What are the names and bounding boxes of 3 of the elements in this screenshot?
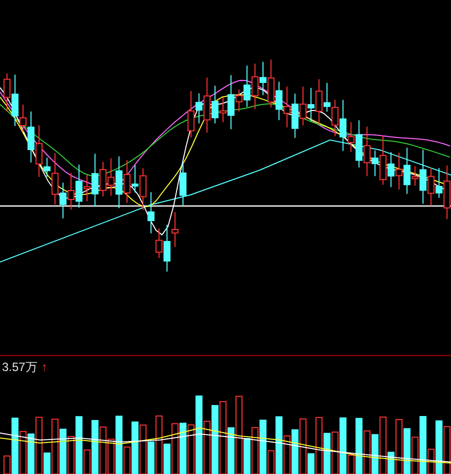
candlestick xyxy=(180,162,186,206)
trend-arrow: ↑ xyxy=(41,359,48,376)
volume-value: 3.57万 xyxy=(2,359,38,376)
